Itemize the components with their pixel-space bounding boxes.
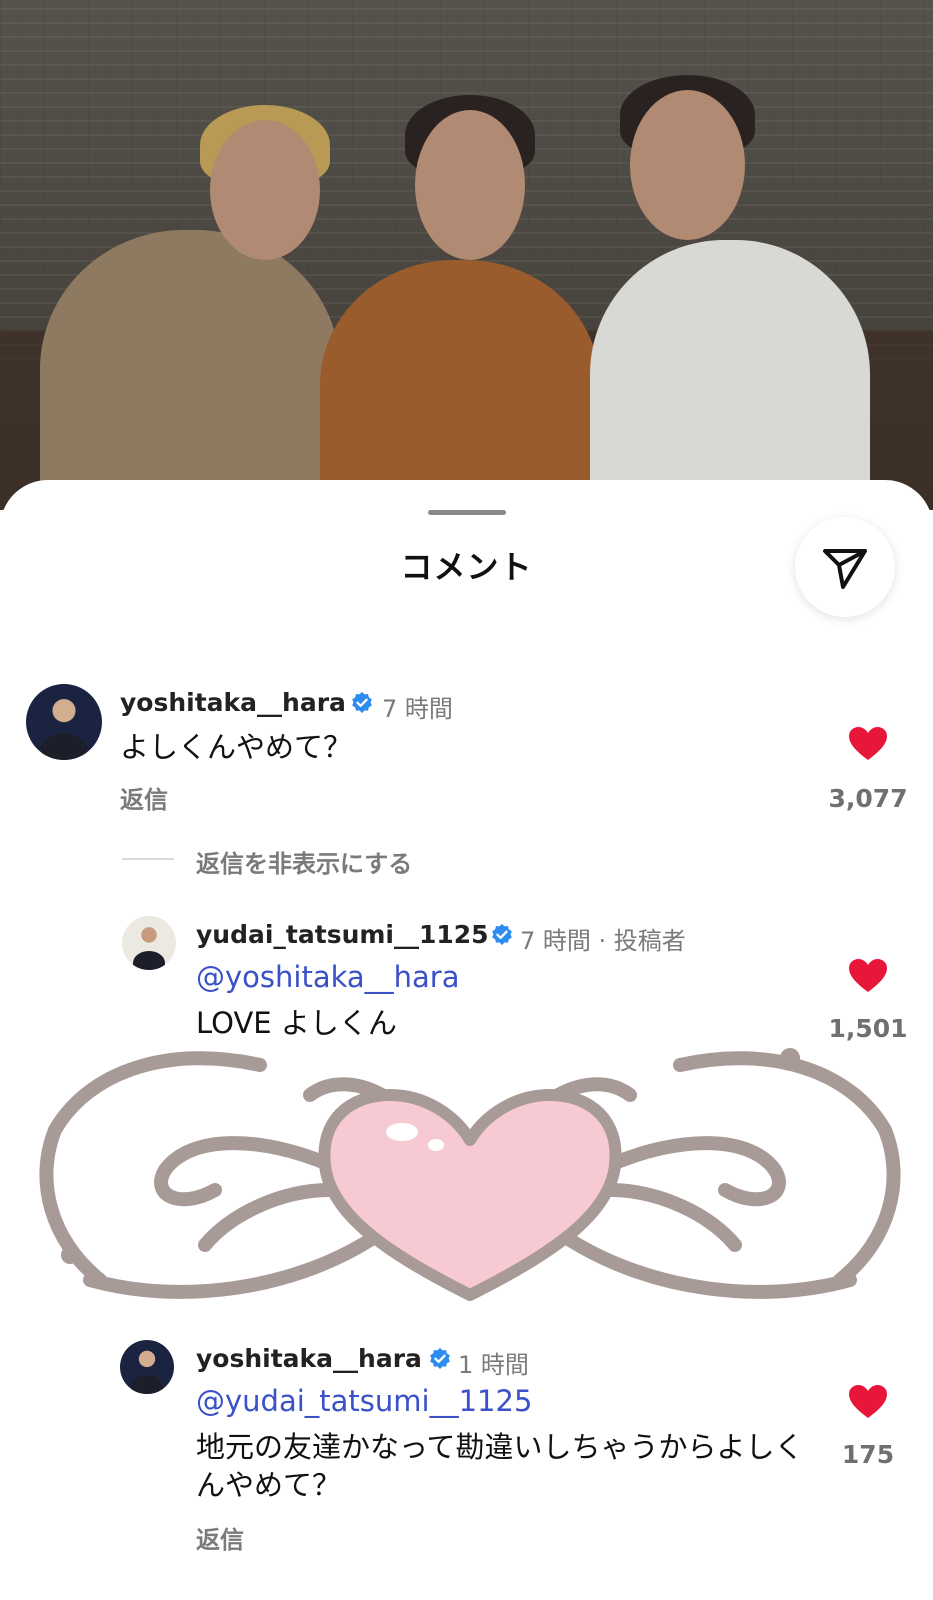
photo-person-center — [320, 95, 600, 510]
thread-divider — [122, 858, 174, 860]
like-count: 175 — [841, 1440, 895, 1469]
reply-text: LOVE よしくん — [196, 1006, 397, 1040]
reply-username[interactable]: yudai_tatsumi__1125 — [196, 920, 489, 949]
comments-sheet: コメント yoshitaka__hara 7 時間 よしくんやめて？ 返信 3,… — [0, 480, 933, 1600]
comment-text: よしくんやめて？ — [120, 730, 353, 764]
photo-person-right — [590, 75, 870, 510]
sheet-grabber[interactable] — [428, 510, 506, 515]
verified-badge-icon — [430, 1348, 450, 1369]
mention-link[interactable]: @yoshitaka__hara — [196, 960, 460, 994]
mention-link[interactable]: @yudai_tatsumi__1125 — [196, 1384, 532, 1418]
post-photo — [0, 0, 933, 510]
like-count: 3,077 — [828, 784, 908, 813]
heart-icon[interactable] — [848, 726, 888, 762]
sheet-title: コメント — [400, 548, 533, 586]
heart-icon[interactable] — [848, 1384, 888, 1420]
reply-time: 1 時間 — [458, 1351, 529, 1379]
verified-badge-icon — [492, 924, 512, 945]
heart-ribbon-sticker — [39, 1048, 901, 1301]
share-button[interactable] — [795, 517, 895, 617]
photo-person-left — [40, 105, 340, 510]
reply-time: 7 時間 · 投稿者 — [520, 927, 686, 955]
like-count: 1,501 — [828, 1014, 908, 1043]
avatar[interactable] — [26, 684, 102, 760]
comment-time: 7 時間 — [382, 695, 453, 723]
reply-button[interactable]: 返信 — [120, 780, 168, 815]
reply-button[interactable]: 返信 — [196, 1520, 244, 1555]
verified-badge-icon — [352, 692, 372, 713]
hide-replies-button[interactable]: 返信を非表示にする — [196, 844, 412, 879]
reply-username[interactable]: yoshitaka__hara — [196, 1344, 422, 1373]
avatar[interactable] — [120, 1340, 174, 1394]
reply-text: 地元の友達かなって勘違いしちゃうからよしくんやめて？ — [196, 1430, 804, 1502]
send-icon — [823, 549, 867, 589]
avatar[interactable] — [122, 916, 176, 970]
comment-username[interactable]: yoshitaka__hara — [120, 688, 346, 717]
heart-icon[interactable] — [848, 958, 888, 994]
